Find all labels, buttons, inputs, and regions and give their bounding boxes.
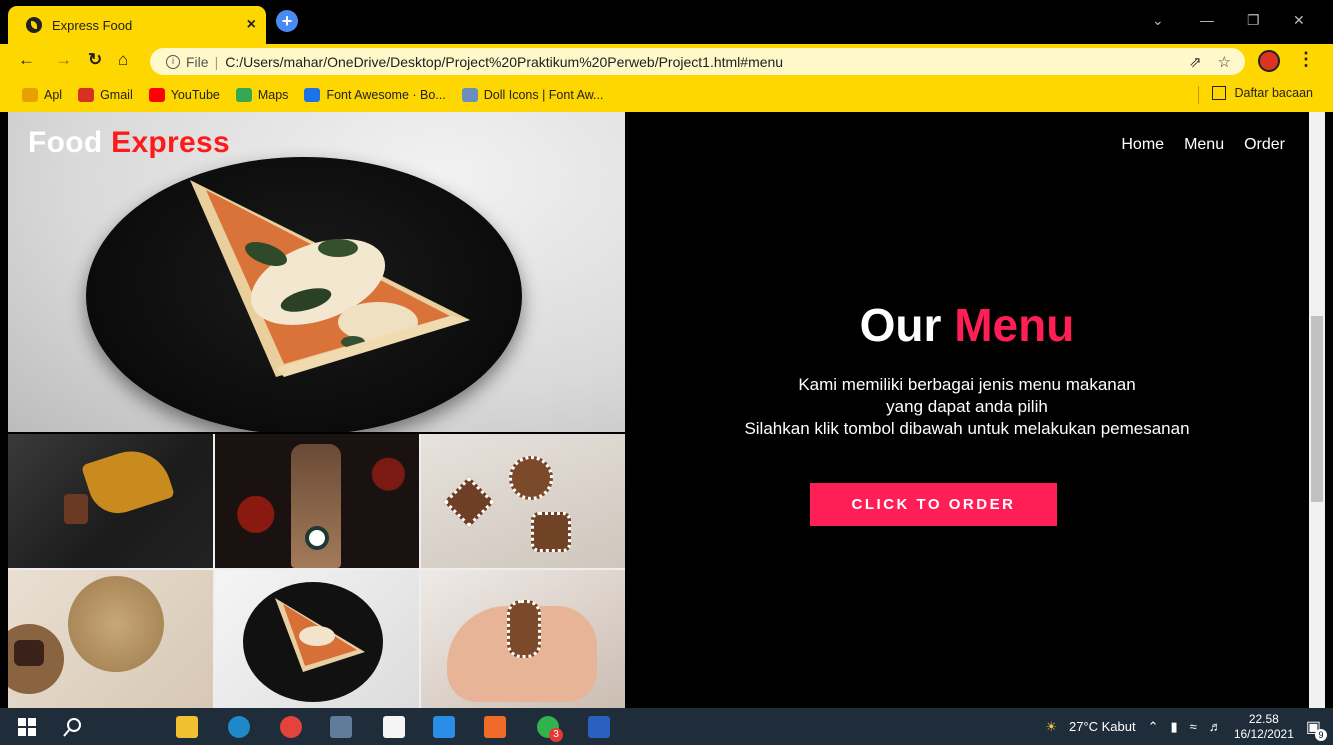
scrollbar-thumb[interactable] [1311,316,1323,502]
home-icon[interactable]: ⌂ [118,50,128,70]
url-separator: | [214,53,219,70]
thumbnail-starbucks-drink [215,434,419,568]
browser-tab[interactable]: Express Food × [8,6,266,44]
image-gallery [8,112,625,708]
reading-list-button[interactable]: Daftar bacaan [1212,86,1313,100]
hero-pizza-image [8,112,625,432]
forward-icon[interactable]: → [55,50,72,70]
browser-titlebar: Express Food × + ⌄ — ❐ ✕ [0,0,1333,44]
search-icon[interactable] [62,716,84,738]
thumbnail-sesame-cookies [8,570,213,708]
windows-taskbar: 3 ☀ 27°C Kabut ⌃ ▮ ≈ ♬ 22.58 16/12/2021 … [0,708,1333,745]
logo-text: Food [28,126,112,159]
clock[interactable]: 22.58 16/12/2021 [1234,712,1294,742]
bookmark-label: Gmail [100,88,133,102]
system-tray: ☀ 27°C Kabut ⌃ ▮ ≈ ♬ 22.58 16/12/2021 ▣ 9 [1045,708,1327,745]
address-bar[interactable]: i File | C:/Users/mahar/OneDrive/Desktop… [150,48,1245,75]
toolbar: ← → ↻ ⌂ i File | C:/Users/mahar/OneDrive… [0,44,1333,78]
share-icon[interactable]: ⇗ [1189,53,1202,71]
edge-icon[interactable] [228,716,250,738]
bookmarks-bar: Apl Gmail YouTube Maps Font Awesome · Bo… [0,78,1333,112]
description-line: Silahkan klik tombol dibawah untuk melak… [744,419,1190,438]
new-tab-button[interactable]: + [276,10,298,32]
maps-icon [235,88,252,102]
gmail-icon [78,88,95,102]
notification-count: 9 [1315,728,1327,741]
page-title: Our Menu [625,298,1309,352]
youtube-icon [148,88,165,102]
tab-title: Express Food [52,17,133,33]
info-icon[interactable]: i [166,54,180,69]
url-scheme: File [186,53,209,70]
order-button[interactable]: CLICK TO ORDER [810,483,1057,526]
close-window-icon[interactable]: ✕ [1293,12,1305,29]
chrome-icon[interactable] [280,716,302,738]
bookmark-doll-icons[interactable]: Doll Icons | Font Aw... [461,88,604,102]
reload-icon[interactable]: ↻ [88,50,102,70]
chevron-up-icon[interactable]: ⌃ [1148,719,1159,735]
thumbnail-pizza-plate [215,570,419,708]
thumbnail-cozy-chair [8,434,213,568]
close-tab-icon[interactable]: × [247,16,256,34]
bookmark-maps[interactable]: Maps [235,88,289,102]
bookmark-label: Doll Icons | Font Aw... [483,88,604,102]
apps-grid-icon [22,88,38,102]
description-line: Kami memiliki berbagai jenis menu makana… [798,375,1136,394]
title-accent: Menu [954,299,1075,351]
word-icon[interactable] [588,716,610,738]
clock-date: 16/12/2021 [1233,726,1294,741]
bookmark-label: Font Awesome · Bo... [326,88,446,102]
vscode-icon[interactable] [433,716,455,738]
bookmark-youtube[interactable]: YouTube [148,88,220,102]
tab-search-icon[interactable]: ⌄ [1152,12,1164,29]
clock-time: 22.58 [1248,711,1279,726]
main-nav: Home Menu Order [1121,136,1285,154]
restore-icon[interactable]: ❐ [1247,12,1260,29]
flag-icon [461,88,478,102]
bookmark-font-awesome[interactable]: Font Awesome · Bo... [304,88,446,102]
notification-center-icon[interactable]: ▣ 9 [1306,717,1327,741]
file-explorer-icon[interactable] [176,716,198,738]
editor-icon[interactable] [383,716,405,738]
bookmark-label: Apl [44,88,63,102]
reading-list-label: Daftar bacaan [1234,86,1313,100]
wifi-icon[interactable]: ≈ [1190,719,1197,734]
bookmarks-divider [1198,86,1199,104]
menu-description: Kami memiliki berbagai jenis menu makana… [625,374,1309,440]
app-icon[interactable] [330,716,352,738]
volume-icon[interactable]: ♬ [1209,719,1222,734]
profile-avatar[interactable] [1258,50,1280,72]
thumbnail-grid [8,434,625,708]
site-favicon-icon [26,17,42,33]
bookmark-label: Maps [257,88,289,102]
page-viewport: Food Express Home Menu Order Our Menu Ka… [8,112,1309,708]
bookmark-apps[interactable]: Apl [22,88,62,102]
weather-icon: ☀ [1045,718,1057,734]
bookmark-star-icon[interactable]: ☆ [1218,53,1231,71]
nav-order[interactable]: Order [1244,136,1285,154]
bookmark-label: YouTube [170,88,220,102]
url-text[interactable]: C:/Users/mahar/OneDrive/Desktop/Project%… [225,54,783,70]
weather-text[interactable]: 27°C Kabut [1069,719,1136,734]
title-main: Our [859,299,955,351]
windows-start-icon[interactable] [16,716,38,738]
nav-home[interactable]: Home [1121,136,1164,154]
back-icon[interactable]: ← [18,50,35,70]
minimize-icon[interactable]: — [1200,12,1214,28]
xampp-icon[interactable] [484,716,506,738]
pizza-slice-image [190,180,470,377]
nav-menu[interactable]: Menu [1184,136,1224,154]
bootstrap-icon [304,88,321,102]
thumbnail-mitten-cookie [421,570,625,708]
thumbnail-gingerbread-cookies [421,434,625,568]
reading-list-icon [1212,86,1227,100]
description-line: yang dapat anda pilih [886,397,1048,416]
logo-accent-text: Express [111,126,230,159]
battery-icon[interactable]: ▮ [1171,719,1178,735]
notification-badge: 3 [549,728,563,742]
menu-kebab-icon[interactable]: ⋮ [1297,49,1315,70]
site-logo[interactable]: Food Express [28,126,230,160]
bookmark-gmail[interactable]: Gmail [78,88,133,102]
